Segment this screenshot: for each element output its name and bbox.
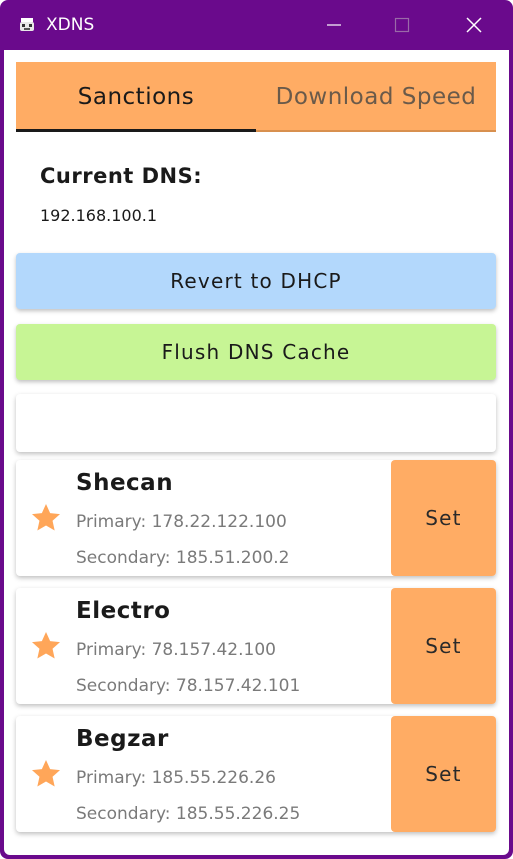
server-name: Electro: [76, 598, 171, 624]
dns-server-card: Shecan Primary: 178.22.122.100 Secondary…: [16, 460, 496, 576]
current-dns-label: Current DNS:: [40, 164, 203, 188]
search-input[interactable]: [16, 394, 496, 452]
maximize-icon: [394, 17, 410, 33]
server-secondary-dns: Secondary: 185.55.226.25: [76, 804, 301, 824]
revert-to-dhcp-button[interactable]: Revert to DHCP: [16, 253, 496, 309]
current-dns-value: 192.168.100.1: [40, 206, 158, 225]
favorite-star-icon[interactable]: [30, 758, 62, 790]
tab-download-speed[interactable]: Download Speed: [256, 62, 496, 132]
server-secondary-dns: Secondary: 78.157.42.101: [76, 676, 301, 696]
close-icon: [466, 17, 482, 33]
minimize-button[interactable]: [300, 0, 368, 50]
server-name: Begzar: [76, 726, 169, 752]
app-icon: [20, 18, 34, 31]
flush-dns-cache-button[interactable]: Flush DNS Cache: [16, 324, 496, 380]
set-dns-button[interactable]: Set: [391, 588, 496, 704]
server-primary-dns: Primary: 185.55.226.26: [76, 768, 276, 788]
server-secondary-dns: Secondary: 185.51.200.2: [76, 548, 290, 568]
close-button[interactable]: [440, 0, 508, 50]
server-primary-dns: Primary: 78.157.42.100: [76, 640, 276, 660]
favorite-star-icon[interactable]: [30, 630, 62, 662]
maximize-button[interactable]: [368, 0, 436, 50]
window-title: XDNS: [46, 15, 95, 35]
minimize-icon: [327, 24, 341, 26]
tab-divider-line: [256, 130, 496, 132]
main-content: Sanctions Download Speed Current DNS: 19…: [4, 50, 509, 855]
tab-sanctions[interactable]: Sanctions: [16, 62, 256, 132]
server-name: Shecan: [76, 470, 174, 496]
title-bar[interactable]: XDNS: [0, 0, 513, 50]
dns-server-card: Electro Primary: 78.157.42.100 Secondary…: [16, 588, 496, 704]
favorite-star-icon[interactable]: [30, 502, 62, 534]
active-tab-indicator: [16, 129, 256, 132]
tab-bar: Sanctions Download Speed: [16, 62, 496, 132]
set-dns-button[interactable]: Set: [391, 460, 496, 576]
app-window: XDNS Sanctions Download Speed Current DN…: [0, 0, 513, 859]
server-primary-dns: Primary: 178.22.122.100: [76, 512, 287, 532]
dns-server-card: Begzar Primary: 185.55.226.26 Secondary:…: [16, 716, 496, 832]
set-dns-button[interactable]: Set: [391, 716, 496, 832]
